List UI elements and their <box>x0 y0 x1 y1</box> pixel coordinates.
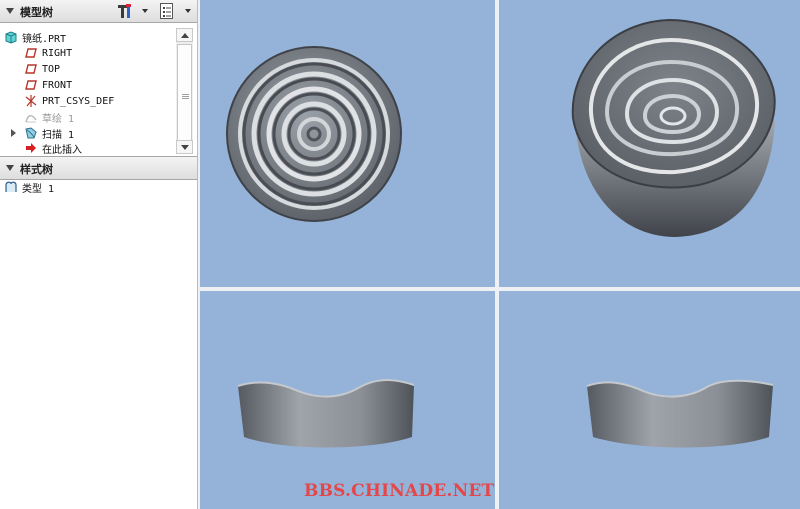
model-tree-header[interactable]: 模型树 <box>0 0 197 23</box>
tree-item-root-part[interactable]: 镜纸.PRT <box>4 29 66 45</box>
datum-plane-icon <box>25 80 37 90</box>
tree-item-label: PRT_CSYS_DEF <box>42 95 115 107</box>
style-tree-title: 样式树 <box>20 163 53 176</box>
tree-item-right-plane[interactable]: RIGHT <box>24 45 72 61</box>
front-view-model <box>237 379 415 448</box>
tree-item-insert-here[interactable]: 在此插入 <box>24 140 82 154</box>
tree-item-top-plane[interactable]: TOP <box>24 61 60 77</box>
scrollbar-thumb[interactable] <box>177 44 192 149</box>
tree-item-label: 在此插入 <box>42 144 82 155</box>
model-tree: 镜纸.PRT RIGHT TOP FRONT PRT_CSYS_DEF 草绘 1 <box>0 28 176 154</box>
scroll-up-arrow-icon[interactable] <box>176 28 193 42</box>
tree-tools-icon[interactable] <box>116 2 134 20</box>
style-tree-header[interactable]: 样式树 <box>0 156 197 180</box>
tree-item-label: RIGHT <box>42 47 73 59</box>
collapse-triangle-icon[interactable] <box>6 165 14 171</box>
part-icon <box>5 31 17 44</box>
scroll-down-arrow-icon[interactable] <box>176 140 193 154</box>
model-tree-scrollbar[interactable] <box>176 28 193 154</box>
tree-item-sketch[interactable]: 草绘 1 <box>24 109 74 125</box>
tree-item-label: TOP <box>42 63 61 75</box>
tree-item-label: 类型 1 <box>22 183 55 195</box>
expand-arrow-icon[interactable] <box>11 129 16 137</box>
show-settings-icon[interactable] <box>158 2 176 20</box>
tree-item-label: FRONT <box>42 79 73 91</box>
side-view-model <box>586 379 774 448</box>
collapse-triangle-icon[interactable] <box>6 8 14 14</box>
viewport-side-view[interactable] <box>499 291 800 509</box>
style-type-icon <box>5 181 17 192</box>
navigator-panel: 模型树 镜纸.PRT RIGHT TOP FRONT PRT_CSYS_DEF … <box>0 0 198 509</box>
coordinate-system-icon <box>25 95 37 107</box>
tree-item-label: 镜纸.PRT <box>22 33 67 45</box>
tree-tools-dropdown-icon[interactable] <box>142 9 148 13</box>
sketch-icon <box>25 115 37 123</box>
tree-item-label: 扫描 1 <box>42 129 75 141</box>
show-settings-dropdown-icon[interactable] <box>185 9 191 13</box>
style-tree-item-type[interactable]: 类型 1 <box>4 179 54 195</box>
insert-here-arrow-icon <box>26 143 36 153</box>
tree-item-label: 草绘 1 <box>42 113 75 125</box>
viewport-front-view[interactable] <box>200 291 495 509</box>
graphics-window[interactable] <box>198 0 800 509</box>
datum-plane-icon <box>25 48 37 58</box>
top-view-model <box>226 46 402 222</box>
tree-item-front-plane[interactable]: FRONT <box>24 77 72 93</box>
model-tree-title: 模型树 <box>20 6 53 19</box>
watermark: BBS.CHINADE.NET <box>304 481 495 501</box>
viewport-top-view[interactable] <box>200 0 495 287</box>
viewport-isometric-view[interactable] <box>499 0 800 287</box>
isometric-view-model <box>571 18 776 237</box>
tree-item-sweep[interactable]: 扫描 1 <box>24 125 74 141</box>
tree-item-csys[interactable]: PRT_CSYS_DEF <box>24 93 114 109</box>
datum-plane-icon <box>25 64 37 74</box>
sweep-feature-icon <box>25 127 37 139</box>
